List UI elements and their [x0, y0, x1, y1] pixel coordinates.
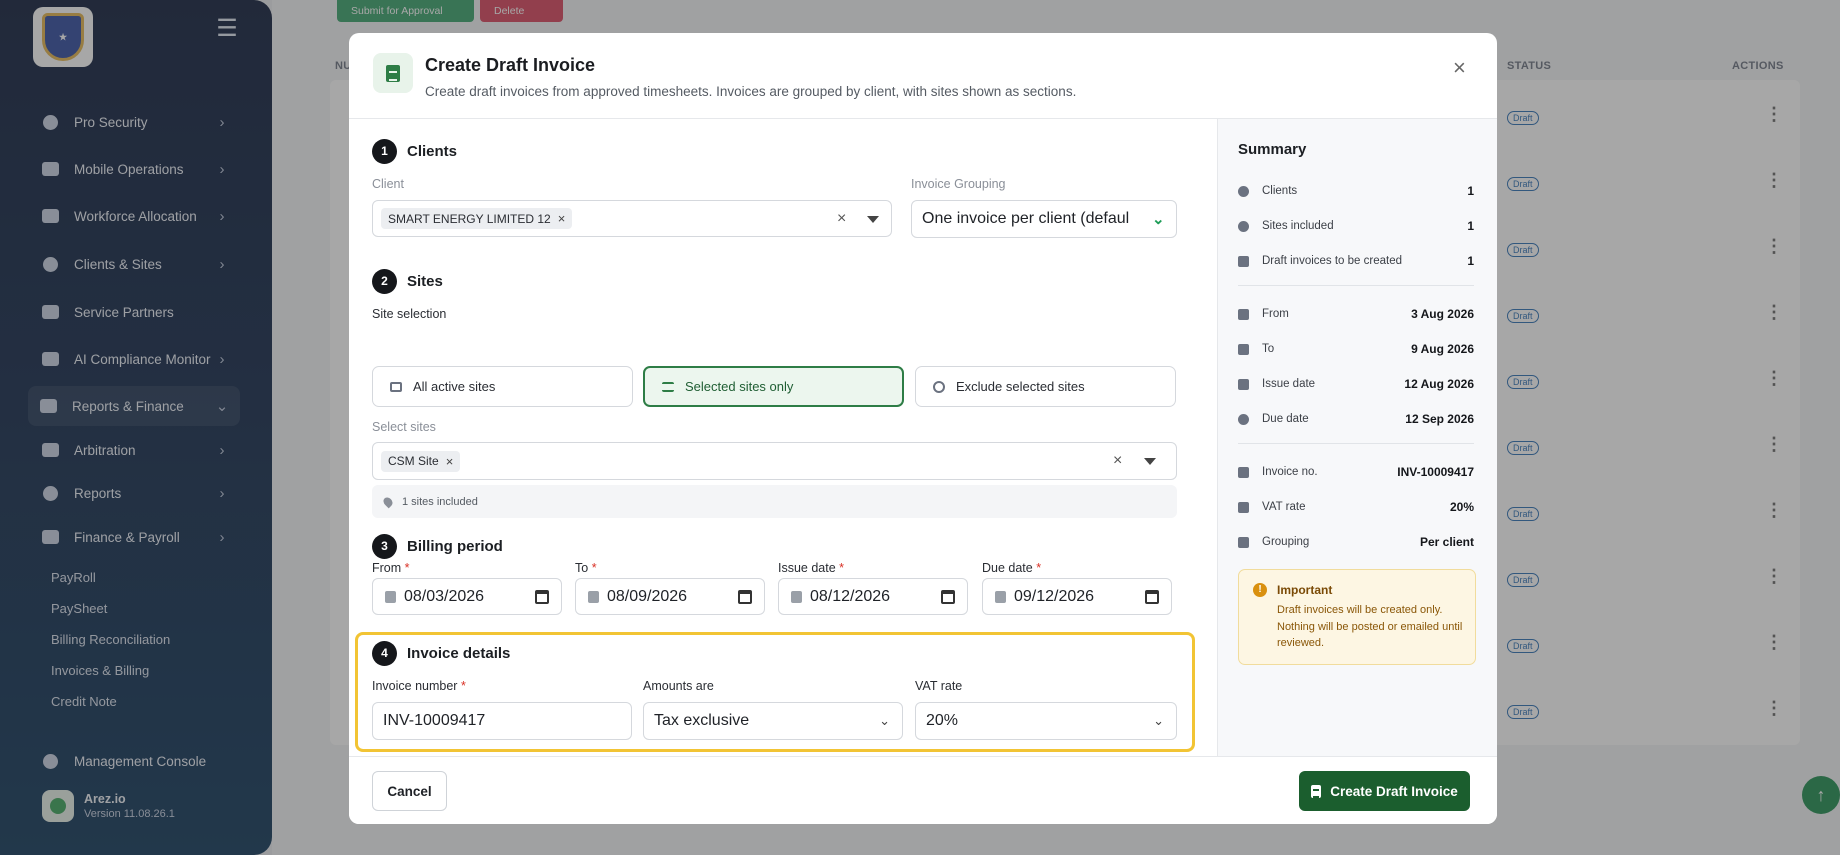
- calendar-picker-icon[interactable]: [1145, 590, 1159, 604]
- ban-icon: [932, 380, 946, 394]
- calendar-picker-icon[interactable]: [941, 590, 955, 604]
- file-icon: [1311, 784, 1322, 798]
- option-all-active-sites[interactable]: All active sites: [372, 366, 633, 407]
- step-number: 1: [372, 139, 397, 164]
- cancel-button[interactable]: Cancel: [372, 771, 447, 811]
- sitemap-icon: [389, 380, 403, 394]
- summary-row-to: To 9 Aug 2026: [1238, 339, 1474, 359]
- info-circle-icon: [1238, 413, 1249, 425]
- amounts-select[interactable]: Tax exclusive ⌄: [643, 702, 903, 740]
- hash-icon: [1238, 466, 1249, 478]
- invoice-number-label: Invoice number *: [372, 679, 466, 693]
- users-icon: [1238, 185, 1249, 197]
- option-exclude-selected-sites[interactable]: Exclude selected sites: [915, 366, 1176, 407]
- file-icon: [1238, 255, 1249, 267]
- summary-row-sites: Sites included 1: [1238, 216, 1474, 236]
- important-title: Important: [1277, 583, 1333, 597]
- layers-icon: [1238, 536, 1249, 548]
- clear-icon[interactable]: ×: [837, 210, 846, 228]
- calendar-picker-icon[interactable]: [738, 590, 752, 604]
- summary-divider: [1238, 443, 1474, 444]
- modal-header: Create Draft Invoice Create draft invoic…: [349, 33, 1497, 119]
- modal-footer: Cancel Create Draft Invoice: [349, 756, 1497, 824]
- calendar-icon: [588, 590, 599, 603]
- calendar-icon: [995, 590, 1006, 603]
- grouping-value: One invoice per client (defaul: [922, 210, 1130, 227]
- chevron-down-icon: ⌄: [1153, 713, 1164, 728]
- select-sites-label: Select sites: [372, 420, 436, 434]
- due-date-input[interactable]: 09/12/2026: [982, 578, 1172, 615]
- modal-subtitle: Create draft invoices from approved time…: [425, 84, 1077, 99]
- chevron-down-icon[interactable]: [867, 216, 879, 223]
- due-date-label: Due date *: [982, 561, 1042, 575]
- step-number: 3: [372, 534, 397, 559]
- calendar-picker-icon[interactable]: [535, 590, 549, 604]
- issue-date-input[interactable]: 08/12/2026: [778, 578, 968, 615]
- invoice-grouping-select[interactable]: One invoice per client (defaul ⌄: [911, 200, 1177, 238]
- summary-title: Summary: [1238, 141, 1307, 158]
- create-draft-invoice-modal: Create Draft Invoice Create draft invoic…: [349, 33, 1497, 824]
- client-chip[interactable]: SMART ENERGY LIMITED 12 ×: [381, 208, 573, 229]
- option-selected-sites-only[interactable]: Selected sites only: [643, 366, 904, 407]
- summary-row-grouping: Grouping Per client: [1238, 532, 1474, 552]
- summary-row-draft-invoices: Draft invoices to be created 1: [1238, 251, 1474, 271]
- summary-row-invoice-no: Invoice no. INV-10009417: [1238, 462, 1474, 482]
- step-number: 2: [372, 269, 397, 294]
- to-date-input[interactable]: 08/09/2026: [575, 578, 765, 615]
- section-title-sites: Sites: [407, 273, 443, 290]
- client-label: Client: [372, 177, 404, 191]
- select-sites-input[interactable]: CSM Site × ×: [372, 442, 1177, 480]
- remove-chip-icon[interactable]: ×: [558, 211, 566, 226]
- section-title-invoice-details: Invoice details: [407, 645, 511, 662]
- from-date-input[interactable]: 08/03/2026: [372, 578, 562, 615]
- summary-row-due-date: Due date 12 Sep 2026: [1238, 409, 1474, 429]
- to-label: To *: [575, 561, 597, 575]
- site-selection-label: Site selection: [372, 307, 447, 321]
- section-title-billing-period: Billing period: [407, 538, 503, 555]
- calendar-check-icon: [1238, 378, 1249, 390]
- chevron-down-icon[interactable]: [1144, 458, 1156, 465]
- create-draft-invoice-button[interactable]: Create Draft Invoice: [1299, 771, 1470, 811]
- important-notice: ! Important Draft invoices will be creat…: [1238, 569, 1476, 665]
- vat-rate-select[interactable]: 20% ⌄: [915, 702, 1177, 740]
- amounts-label: Amounts are: [643, 679, 714, 693]
- warning-icon: !: [1253, 583, 1267, 597]
- vat-rate-label: VAT rate: [915, 679, 963, 693]
- calendar-icon: [1238, 343, 1249, 355]
- section-title-clients: Clients: [407, 143, 458, 160]
- important-text: Draft invoices will be created only. Not…: [1277, 604, 1463, 649]
- chevron-down-icon: ⌄: [879, 713, 890, 728]
- calendar-icon: [791, 590, 802, 603]
- step-number: 4: [372, 641, 397, 666]
- invoice-number-input[interactable]: INV-10009417: [372, 702, 632, 740]
- calendar-icon: [385, 590, 396, 603]
- clear-icon[interactable]: ×: [1113, 452, 1122, 470]
- remove-chip-icon[interactable]: ×: [446, 454, 454, 469]
- close-icon[interactable]: ×: [1453, 55, 1466, 81]
- summary-panel: Summary Clients 1 Sites included 1 Draft i…: [1217, 119, 1497, 756]
- summary-row-vat-rate: VAT rate 20%: [1238, 497, 1474, 517]
- client-select[interactable]: SMART ENERGY LIMITED 12 × ×: [372, 200, 892, 237]
- summary-row-from: From 3 Aug 2026: [1238, 304, 1474, 324]
- list-check-icon: [661, 380, 675, 394]
- chevron-down-icon: ⌄: [1152, 211, 1165, 228]
- sites-included-info: 1 sites included: [372, 485, 1177, 518]
- calendar-icon: [1238, 308, 1249, 320]
- modal-title: Create Draft Invoice: [425, 55, 596, 75]
- from-label: From *: [372, 561, 410, 575]
- map-pin-icon: [381, 495, 395, 508]
- summary-row-issue-date: Issue date 12 Aug 2026: [1238, 374, 1474, 394]
- site-chip[interactable]: CSM Site ×: [381, 450, 461, 472]
- summary-divider: [1238, 285, 1474, 286]
- summary-row-clients: Clients 1: [1238, 181, 1474, 201]
- issue-date-label: Issue date *: [778, 561, 845, 575]
- invoice-doc-icon: [373, 53, 413, 93]
- grouping-label: Invoice Grouping: [911, 177, 1006, 191]
- percent-icon: [1238, 501, 1249, 513]
- map-pin-icon: [1238, 220, 1249, 232]
